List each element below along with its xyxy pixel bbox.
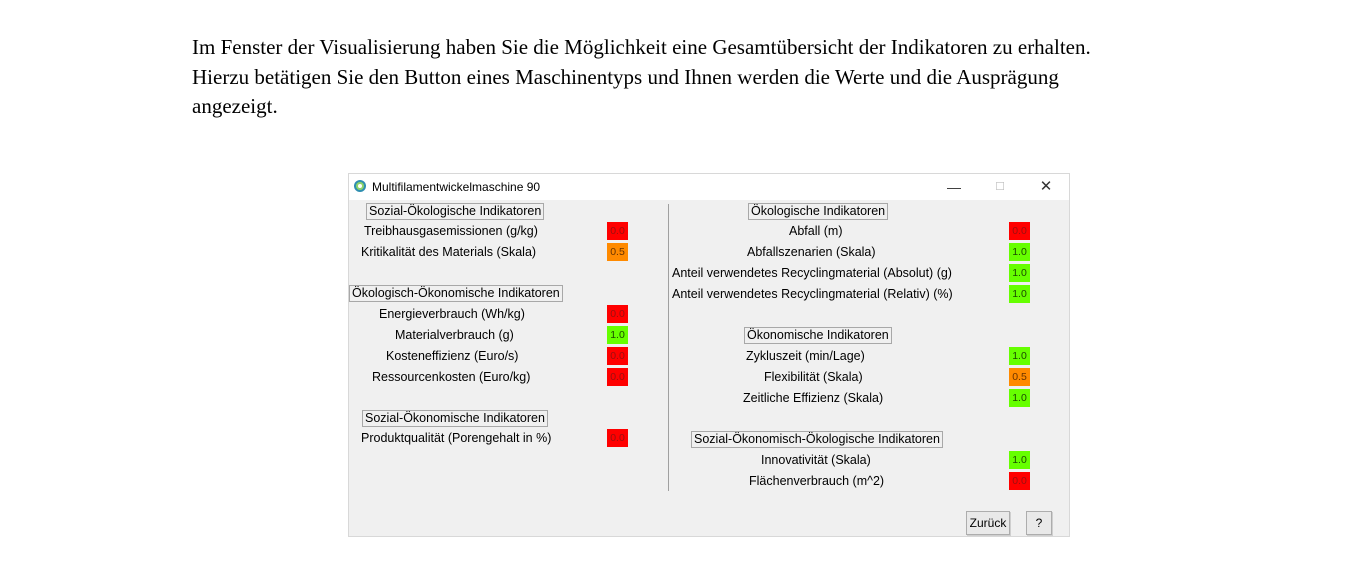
title-bar[interactable]: Multifilamentwickelmaschine 90 — ☐ ✕: [349, 174, 1069, 200]
label-materialverbrauch: Materialverbrauch (g): [395, 328, 514, 342]
label-zykluszeit: Zykluszeit (min/Lage): [746, 349, 865, 363]
value-energieverbrauch: 0.0: [607, 305, 628, 323]
app-window: Multifilamentwickelmaschine 90 — ☐ ✕ Soz…: [348, 173, 1070, 537]
section-header-sozial-oekonomisch: Sozial-Ökonomische Indikatoren: [362, 410, 548, 427]
value-kosteneffizienz: 0.0: [607, 347, 628, 365]
value-recycling-absolut: 1.0: [1009, 264, 1030, 282]
label-zeitliche-effizienz: Zeitliche Effizienz (Skala): [743, 391, 884, 405]
label-ressourcenkosten: Ressourcenkosten (Euro/kg): [372, 370, 531, 384]
section-header-oekologisch: Ökologische Indikatoren: [748, 203, 889, 220]
label-innovativitaet: Innovativität (Skala): [761, 453, 871, 467]
back-button[interactable]: Zurück: [966, 511, 1010, 535]
label-energieverbrauch: Energieverbrauch (Wh/kg): [379, 307, 525, 321]
value-flexibilitaet: 0.5: [1009, 368, 1030, 386]
help-button[interactable]: ?: [1026, 511, 1052, 535]
value-recycling-relativ: 1.0: [1009, 285, 1030, 303]
value-kritikalitaet: 0.5: [607, 243, 628, 261]
value-treibhausgasemissionen: 0.0: [607, 222, 628, 240]
label-treibhausgasemissionen: Treibhausgasemissionen (g/kg): [364, 224, 538, 238]
doc-line-1: Im Fenster der Visualisierung haben Sie …: [192, 35, 1091, 59]
value-abfall: 0.0: [1009, 222, 1030, 240]
label-flaechenverbrauch: Flächenverbrauch (m^2): [749, 474, 885, 488]
value-materialverbrauch: 1.0: [607, 326, 628, 344]
label-recycling-relativ: Anteil verwendetes Recyclingmaterial (Re…: [672, 287, 953, 301]
app-gear-icon: [354, 180, 366, 192]
doc-line-2: Hierzu betätigen Sie den Button eines Ma…: [192, 64, 1059, 89]
value-abfallszenarien: 1.0: [1009, 243, 1030, 261]
label-flexibilitaet: Flexibilität (Skala): [764, 370, 863, 384]
value-produktqualitaet: 0.0: [607, 429, 628, 447]
label-abfall: Abfall (m): [789, 224, 843, 238]
close-button[interactable]: ✕: [1023, 174, 1069, 200]
value-zykluszeit: 1.0: [1009, 347, 1030, 365]
label-kosteneffizienz: Kosteneffizienz (Euro/s): [386, 349, 519, 363]
label-kritikalitaet: Kritikalität des Materials (Skala): [361, 245, 537, 259]
document-text: Im Fenster der Visualisierung haben Sie …: [192, 33, 1192, 122]
label-abfallszenarien: Abfallszenarien (Skala): [747, 245, 876, 259]
window-title: Multifilamentwickelmaschine 90: [372, 180, 541, 194]
value-flaechenverbrauch: 0.0: [1009, 472, 1030, 490]
section-header-sozial-oekonomisch-oekologisch: Sozial-Ökonomisch-Ökologische Indikatore…: [691, 431, 943, 448]
section-header-sozial-oekologisch: Sozial-Ökologische Indikatoren: [366, 203, 545, 220]
label-recycling-absolut: Anteil verwendetes Recyclingmaterial (Ab…: [672, 266, 952, 280]
section-header-oekonomisch: Ökonomische Indikatoren: [744, 327, 892, 344]
minimize-button[interactable]: —: [931, 174, 977, 200]
label-produktqualitaet: Produktqualität (Porengehalt in %): [361, 431, 552, 445]
doc-line-3: angezeigt.: [192, 94, 278, 118]
section-header-oekologisch-oekonomisch: Ökologisch-Ökonomische Indikatoren: [349, 285, 563, 302]
column-divider: [668, 204, 669, 491]
value-ressourcenkosten: 0.0: [607, 368, 628, 386]
maximize-button[interactable]: ☐: [977, 174, 1023, 200]
value-zeitliche-effizienz: 1.0: [1009, 389, 1030, 407]
value-innovativitaet: 1.0: [1009, 451, 1030, 469]
